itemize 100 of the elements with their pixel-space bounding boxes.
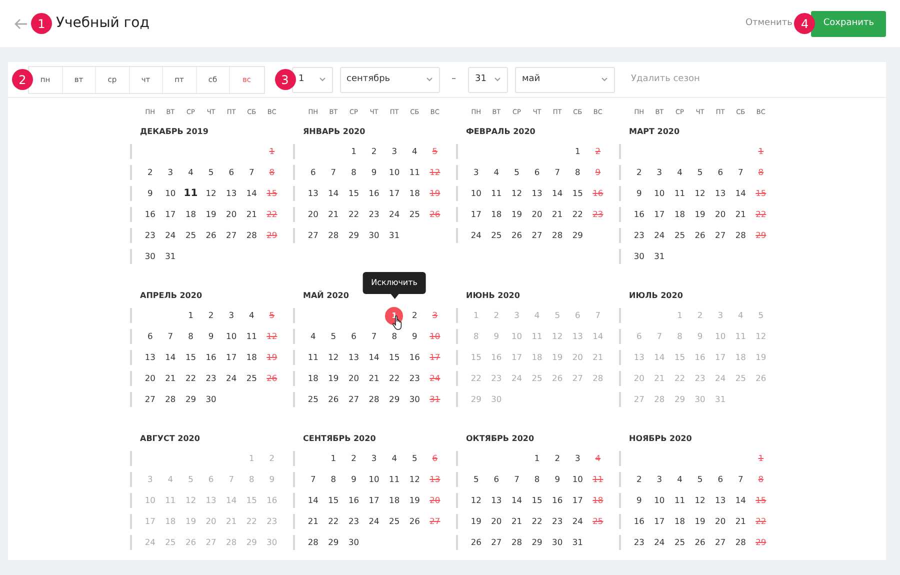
calendar-day[interactable]: 28	[303, 535, 324, 550]
calendar-day[interactable]: 13	[221, 186, 242, 201]
calendar-day[interactable]: 13	[303, 186, 324, 201]
calendar-day[interactable]: 24	[384, 207, 404, 222]
calendar-day[interactable]: 4	[486, 165, 507, 180]
calendar-day[interactable]: 11	[180, 186, 201, 201]
calendar-day[interactable]: 6	[710, 165, 730, 180]
calendar-day[interactable]: 29	[344, 228, 364, 243]
calendar-day[interactable]: 12	[690, 186, 710, 201]
calendar-day[interactable]: 9	[547, 472, 568, 487]
calendar-day[interactable]: 4	[670, 472, 690, 487]
calendar-day[interactable]: 22	[323, 514, 344, 529]
calendar-day[interactable]: 5	[404, 451, 425, 466]
calendar-day[interactable]: 8	[180, 329, 201, 344]
calendar-day[interactable]: 18	[486, 207, 507, 222]
calendar-day[interactable]: 21	[547, 207, 568, 222]
calendar-day[interactable]: 27	[303, 228, 324, 243]
calendar-day[interactable]: 2	[344, 451, 364, 466]
calendar-day[interactable]: 29	[323, 535, 344, 550]
calendar-day[interactable]: 16	[547, 493, 568, 508]
calendar-day[interactable]: 28	[160, 392, 181, 407]
calendar-day[interactable]: 19	[506, 207, 527, 222]
calendar-day[interactable]: 1	[180, 308, 201, 323]
calendar-day[interactable]: 2	[629, 472, 650, 487]
calendar-day[interactable]: 5	[690, 472, 710, 487]
calendar-day[interactable]: 25	[486, 228, 507, 243]
calendar-day[interactable]: 29	[180, 392, 201, 407]
calendar-day[interactable]: 2	[547, 451, 568, 466]
calendar-day[interactable]: 20	[710, 207, 730, 222]
calendar-day[interactable]: 6	[303, 165, 324, 180]
calendar-day[interactable]: 25	[241, 371, 262, 386]
calendar-day[interactable]: 25	[670, 535, 690, 550]
calendar-day[interactable]: 14	[323, 186, 344, 201]
calendar-day[interactable]: 30	[344, 535, 364, 550]
calendar-day[interactable]: 28	[241, 228, 262, 243]
calendar-day[interactable]: 24	[364, 514, 384, 529]
calendar-day[interactable]: 23	[629, 228, 650, 243]
calendar-day[interactable]: 8	[384, 329, 404, 344]
calendar-day[interactable]: 2	[200, 308, 222, 323]
calendar-day[interactable]: 4	[180, 165, 201, 180]
calendar-day[interactable]: 18	[670, 207, 690, 222]
calendar-day[interactable]: 29	[526, 535, 548, 550]
calendar-day[interactable]: 2	[140, 165, 160, 180]
calendar-day[interactable]: 11	[404, 165, 425, 180]
calendar-day[interactable]: 16	[364, 186, 384, 201]
calendar-day[interactable]: 20	[486, 514, 507, 529]
calendar-day[interactable]: 26	[690, 228, 710, 243]
calendar-day[interactable]: 19	[690, 207, 710, 222]
calendar-day[interactable]: 1	[323, 451, 344, 466]
calendar-day[interactable]: 22	[344, 207, 364, 222]
calendar-day[interactable]: 9	[629, 493, 650, 508]
calendar-day[interactable]: 31	[649, 249, 670, 264]
calendar-day[interactable]: 18	[180, 207, 201, 222]
calendar-day[interactable]: 15	[180, 350, 201, 365]
calendar-day[interactable]: 13	[486, 493, 507, 508]
calendar-day[interactable]: 25	[404, 207, 425, 222]
calendar-day[interactable]: 12	[200, 186, 222, 201]
calendar-day[interactable]: 15	[384, 350, 404, 365]
calendar-day[interactable]: 14	[730, 493, 751, 508]
calendar-day[interactable]: 31	[160, 249, 181, 264]
calendar-day[interactable]: 19	[404, 493, 425, 508]
calendar-day[interactable]: 22	[384, 371, 404, 386]
cancel-link[interactable]: Отменить	[745, 16, 792, 30]
calendar-day[interactable]: 11	[303, 350, 324, 365]
calendar-day[interactable]: 21	[303, 514, 324, 529]
dropdown[interactable]: сентябрь	[340, 66, 440, 92]
calendar-day[interactable]: 20	[140, 371, 160, 386]
calendar-day[interactable]: 28	[730, 228, 751, 243]
calendar-day[interactable]: 21	[506, 514, 527, 529]
calendar-day[interactable]: 22	[180, 371, 201, 386]
calendar-day[interactable]: 10	[364, 472, 384, 487]
calendar-day[interactable]: 16	[140, 207, 160, 222]
calendar-day[interactable]: 14	[506, 493, 527, 508]
calendar-day[interactable]: 17	[649, 207, 670, 222]
calendar-day[interactable]: 23	[404, 371, 425, 386]
calendar-day[interactable]: 26	[690, 535, 710, 550]
calendar-day[interactable]: 28	[364, 392, 384, 407]
calendar-day[interactable]: 14	[547, 186, 568, 201]
calendar-day[interactable]: 1	[567, 144, 588, 159]
calendar-day[interactable]: 14	[241, 186, 262, 201]
calendar-day[interactable]: 10	[160, 186, 181, 201]
calendar-day[interactable]: 6	[140, 329, 160, 344]
calendar-day[interactable]: 13	[710, 186, 730, 201]
calendar-day[interactable]: 20	[303, 207, 324, 222]
calendar-day[interactable]: 6	[486, 472, 507, 487]
calendar-day[interactable]: 27	[344, 392, 364, 407]
calendar-day[interactable]: 11	[670, 493, 690, 508]
calendar-day[interactable]: 12	[690, 493, 710, 508]
calendar-day[interactable]: 18	[404, 186, 425, 201]
calendar-day[interactable]: 12	[506, 186, 527, 201]
calendar-day[interactable]: 14	[303, 493, 324, 508]
calendar-day[interactable]: 16	[344, 493, 364, 508]
calendar-day[interactable]: 28	[547, 228, 568, 243]
calendar-day[interactable]: 15	[567, 186, 588, 201]
calendar-day[interactable]: 19	[690, 514, 710, 529]
dropdown[interactable]: 31	[468, 66, 508, 92]
calendar-day[interactable]: 17	[160, 207, 181, 222]
calendar-day[interactable]: 9	[200, 329, 222, 344]
calendar-day[interactable]: 12	[466, 493, 486, 508]
calendar-day[interactable]: 6	[526, 165, 548, 180]
